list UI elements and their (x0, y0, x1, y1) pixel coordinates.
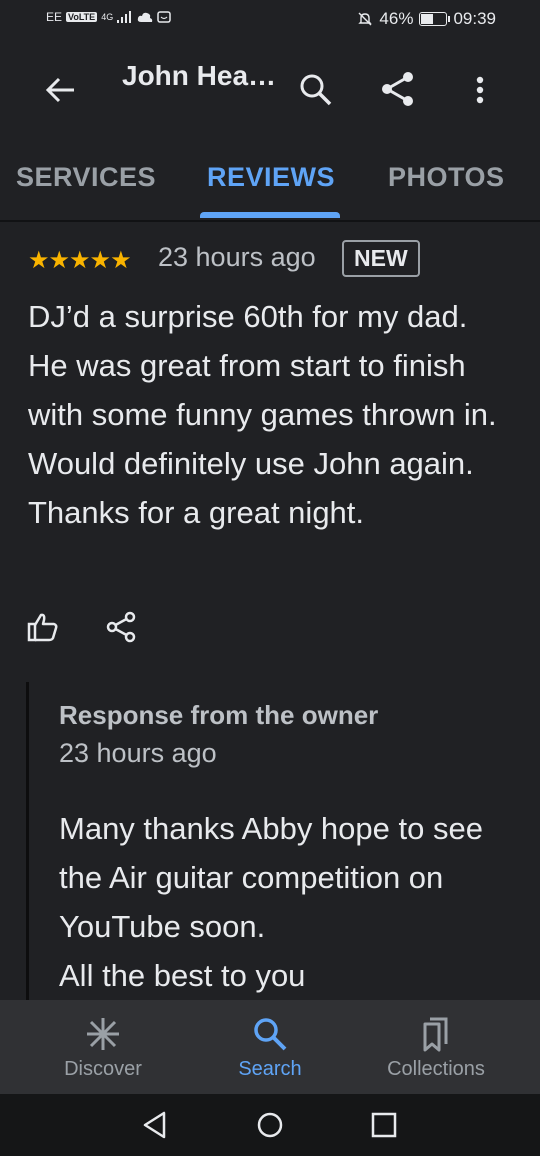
owner-response-time: 23 hours ago (59, 738, 217, 768)
nav-discover[interactable]: Discover (13, 1000, 193, 1094)
app-notification-icon (157, 11, 171, 23)
home-circle-icon[interactable] (253, 1108, 287, 1142)
tab-indicator (200, 212, 340, 218)
status-bar: EE VoLTE 4G 46% 09:39 (0, 0, 540, 40)
tab-services[interactable]: SERVICES (16, 162, 156, 193)
search-icon (254, 1018, 287, 1051)
mute-bell-icon (358, 12, 373, 26)
share-icon[interactable] (378, 68, 418, 108)
clock: 09:39 (453, 9, 496, 28)
tab-reviews[interactable]: REVIEWS (207, 162, 335, 193)
asterisk-icon (87, 1018, 119, 1050)
page-title: John Hea… (122, 60, 277, 91)
more-vert-icon[interactable] (462, 70, 498, 110)
battery-icon (419, 12, 451, 26)
new-badge: NEW (342, 240, 420, 277)
share-review-icon[interactable] (104, 610, 138, 644)
nav-search-label: Search (238, 1058, 302, 1080)
screen: EE VoLTE 4G 46% 09:39 John Hea… SERVICES… (0, 0, 540, 1156)
owner-response: Response from the owner 23 hours ago Man… (26, 682, 529, 1012)
system-navigation-bar (0, 1094, 540, 1156)
app-bar: John Hea… (0, 40, 540, 140)
nav-discover-label: Discover (64, 1058, 142, 1080)
nav-search[interactable]: Search (180, 1000, 360, 1094)
star-rating: ★★★★★ (28, 247, 132, 274)
owner-response-text: Many thanks Abby hope to see the Air gui… (59, 811, 483, 993)
back-triangle-icon[interactable] (138, 1108, 172, 1142)
tab-photos[interactable]: PHOTOS (388, 162, 505, 193)
bookmarks-icon (423, 1017, 448, 1052)
tab-bar: SERVICES REVIEWS PHOTOS (0, 140, 540, 222)
recents-square-icon[interactable] (367, 1108, 401, 1142)
network-label: 4G (101, 12, 114, 22)
review-card: ★★★★★ 23 hours ago NEW DJ’d a surprise 6… (0, 222, 540, 1012)
review-text: DJ’d a surprise 60th for my dad. He was … (28, 299, 497, 530)
nav-collections[interactable]: Collections (346, 1000, 526, 1094)
back-arrow-icon[interactable] (40, 70, 80, 110)
review-time: 23 hours ago (158, 242, 316, 272)
search-icon[interactable] (296, 70, 336, 110)
signal-icon (117, 11, 132, 23)
cloud-icon (138, 12, 153, 22)
thumbs-up-icon[interactable] (26, 610, 60, 644)
battery-fill (421, 14, 434, 24)
battery-percent: 46% (379, 9, 414, 28)
status-left: EE VoLTE 4G (46, 10, 171, 24)
nav-collections-label: Collections (387, 1058, 485, 1080)
volte-badge: VoLTE (66, 12, 98, 22)
owner-response-title: Response from the owner (59, 700, 379, 730)
bottom-navigation: Discover Search Collections (0, 1000, 540, 1094)
status-right: 46% 09:39 (357, 9, 496, 29)
carrier-label: EE (46, 10, 63, 24)
